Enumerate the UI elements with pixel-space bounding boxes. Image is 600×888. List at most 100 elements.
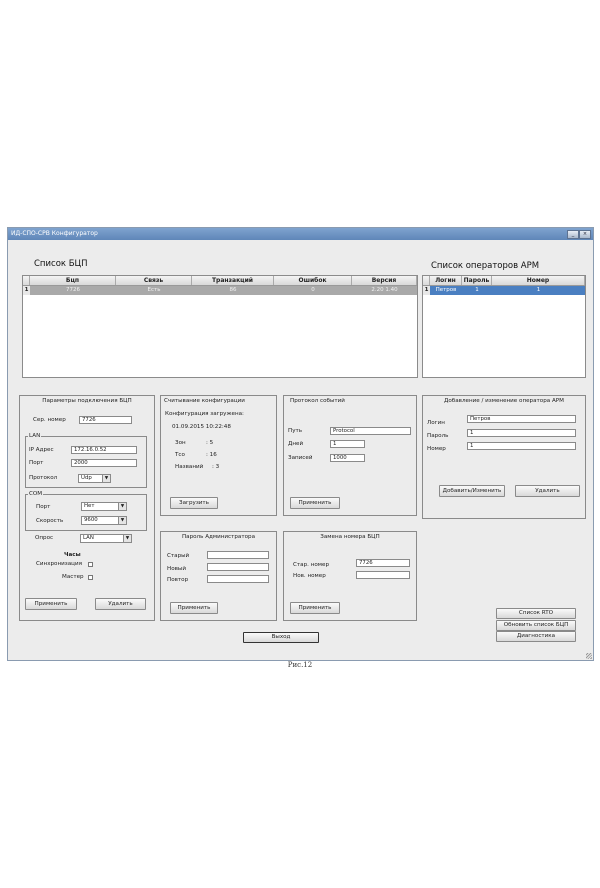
panel-title: Протокол событий bbox=[290, 398, 345, 404]
column-header[interactable]: Связь bbox=[116, 276, 192, 285]
column-header[interactable]: Номер bbox=[492, 276, 585, 285]
panel-title: Замена номера БЦП bbox=[320, 534, 380, 540]
conn-delete-button[interactable]: Удалить bbox=[95, 598, 146, 610]
panel-title: Считывание конфигурации bbox=[164, 398, 245, 404]
column-header[interactable]: Ошибок bbox=[274, 276, 352, 285]
old-password-input[interactable] bbox=[207, 551, 269, 559]
new-password-input[interactable] bbox=[207, 563, 269, 571]
protocol-select[interactable]: Udp ▼ bbox=[78, 474, 111, 483]
delete-operator-button[interactable]: Удалить bbox=[515, 485, 580, 497]
table-cell: 7726 bbox=[66, 287, 80, 293]
refresh-bcp-button[interactable]: Обновить список БЦП bbox=[496, 620, 576, 631]
table-cell: 0 bbox=[311, 287, 315, 293]
records-label: Записей bbox=[288, 455, 313, 461]
port-input[interactable]: 2000 bbox=[71, 459, 137, 467]
login-label: Логин bbox=[427, 420, 445, 426]
bcp-list-title: Список БЦП bbox=[34, 259, 88, 269]
load-button[interactable]: Загрузить bbox=[170, 497, 218, 509]
com-group: COM Порт Нет ▼ Скорость 9600 ▼ bbox=[25, 491, 147, 531]
table-cell: 1 bbox=[536, 287, 541, 293]
number-input[interactable]: 1 bbox=[467, 442, 576, 450]
select-value: Нет bbox=[84, 503, 95, 509]
config-datetime: 01.09.2015 10:22:48 bbox=[172, 424, 231, 430]
login-input[interactable]: Петров bbox=[467, 415, 576, 423]
diagnostics-button[interactable]: Диагностика bbox=[496, 631, 576, 642]
events-panel: Протокол событий Путь Protocol Дней 1 За… bbox=[283, 395, 417, 516]
close-button[interactable]: × bbox=[579, 230, 591, 239]
sync-label: Синхронизация bbox=[36, 561, 82, 567]
rto-list-button[interactable]: Список RTO bbox=[496, 608, 576, 619]
serial-input[interactable]: 7726 bbox=[79, 416, 132, 424]
chevron-down-icon[interactable]: ▼ bbox=[118, 503, 126, 510]
table-cell: Петров bbox=[435, 287, 457, 293]
column-header[interactable]: Версия bbox=[352, 276, 417, 285]
operators-table[interactable]: Логин Пароль Номер 1 Петров 1 1 bbox=[422, 275, 586, 378]
row-num-header bbox=[23, 276, 30, 285]
chevron-down-icon[interactable]: ▼ bbox=[102, 475, 110, 482]
column-header[interactable]: Логин bbox=[430, 276, 462, 285]
speed-select[interactable]: 9600 ▼ bbox=[81, 516, 127, 525]
select-value: LAN bbox=[83, 535, 94, 541]
admin-password-panel: Пароль Администратора Старый Новый Повто… bbox=[160, 531, 277, 621]
table-cell: Есть bbox=[147, 287, 161, 293]
group-label: COM bbox=[28, 491, 44, 498]
admin-apply-button[interactable]: Применить bbox=[170, 602, 218, 614]
clock-title: Часы bbox=[64, 552, 81, 558]
repeat-password-label: Повтор bbox=[167, 577, 189, 583]
new-number-input[interactable] bbox=[356, 571, 410, 579]
ip-input[interactable]: 172.16.0.52 bbox=[71, 446, 137, 454]
title-bar[interactable]: ИД-СПО-СРВ Конфигуратор _ × bbox=[8, 228, 593, 240]
poll-select[interactable]: LAN ▼ bbox=[80, 534, 132, 543]
bcp-table[interactable]: Бцп Связь Транзакций Ошибок Версия 1 772… bbox=[22, 275, 418, 378]
ip-label: IP Адрес bbox=[29, 447, 54, 453]
poll-label: Опрос bbox=[35, 535, 54, 541]
com-port-select[interactable]: Нет ▼ bbox=[81, 502, 127, 511]
column-header[interactable]: Пароль bbox=[462, 276, 492, 285]
conn-apply-button[interactable]: Применить bbox=[25, 598, 77, 610]
bcp-table-header: Бцп Связь Транзакций Ошибок Версия bbox=[23, 276, 417, 286]
column-header[interactable]: Транзакций bbox=[192, 276, 274, 285]
password-label: Пароль bbox=[427, 433, 449, 439]
zones-value: : 5 bbox=[206, 440, 214, 446]
exit-button[interactable]: Выход bbox=[243, 632, 319, 643]
table-cell: 1 bbox=[475, 287, 479, 293]
old-number-input[interactable]: 7726 bbox=[356, 559, 410, 567]
path-input[interactable]: Protocol bbox=[330, 427, 411, 435]
names-label: Названий bbox=[175, 464, 204, 470]
tso-value: : 16 bbox=[206, 452, 217, 458]
days-input[interactable]: 1 bbox=[330, 440, 365, 448]
master-checkbox[interactable] bbox=[88, 575, 93, 580]
row-num-header bbox=[423, 276, 430, 285]
connection-panel: Параметры подключения БЦП Сер. номер 772… bbox=[19, 395, 155, 621]
figure-caption: Рис.12 bbox=[287, 661, 313, 669]
minimize-button[interactable]: _ bbox=[567, 230, 579, 239]
chevron-down-icon[interactable]: ▼ bbox=[118, 517, 126, 524]
table-row[interactable]: 1 Петров 1 1 bbox=[423, 286, 585, 295]
operators-list-title: Список операторов АРМ bbox=[431, 261, 540, 271]
port-label: Порт bbox=[29, 460, 44, 466]
records-input[interactable]: 1000 bbox=[330, 454, 365, 462]
old-number-label: Стар. номер bbox=[293, 562, 329, 568]
events-apply-button[interactable]: Применить bbox=[290, 497, 340, 509]
resize-grip[interactable] bbox=[586, 653, 592, 659]
table-row[interactable]: 1 7726 Есть 86 0 2.20 1.40 bbox=[23, 286, 417, 295]
zones-label: Зон bbox=[175, 440, 186, 446]
add-operator-button[interactable]: Добавить/Изменить bbox=[439, 485, 505, 497]
new-number-label: Нов. номер bbox=[293, 573, 326, 579]
window-title: ИД-СПО-СРВ Конфигуратор bbox=[11, 230, 98, 237]
column-header[interactable]: Бцп bbox=[30, 276, 116, 285]
group-label: LAN bbox=[28, 433, 42, 440]
close-icon: × bbox=[582, 231, 588, 237]
replace-number-panel: Замена номера БЦП Стар. номер 7726 Нов. … bbox=[283, 531, 417, 621]
table-cell: 86 bbox=[229, 287, 237, 293]
chevron-down-icon[interactable]: ▼ bbox=[123, 535, 131, 542]
select-value: 9600 bbox=[84, 517, 98, 523]
master-label: Мастер bbox=[62, 574, 84, 580]
repeat-password-input[interactable] bbox=[207, 575, 269, 583]
config-loaded-label: Конфигурация загружена: bbox=[165, 411, 244, 417]
replace-apply-button[interactable]: Применить bbox=[290, 602, 340, 614]
panel-title: Добавление / изменение оператора АРМ bbox=[443, 398, 564, 404]
password-input[interactable]: 1 bbox=[467, 429, 576, 437]
sync-checkbox[interactable] bbox=[88, 562, 93, 567]
number-label: Номер bbox=[427, 446, 446, 452]
